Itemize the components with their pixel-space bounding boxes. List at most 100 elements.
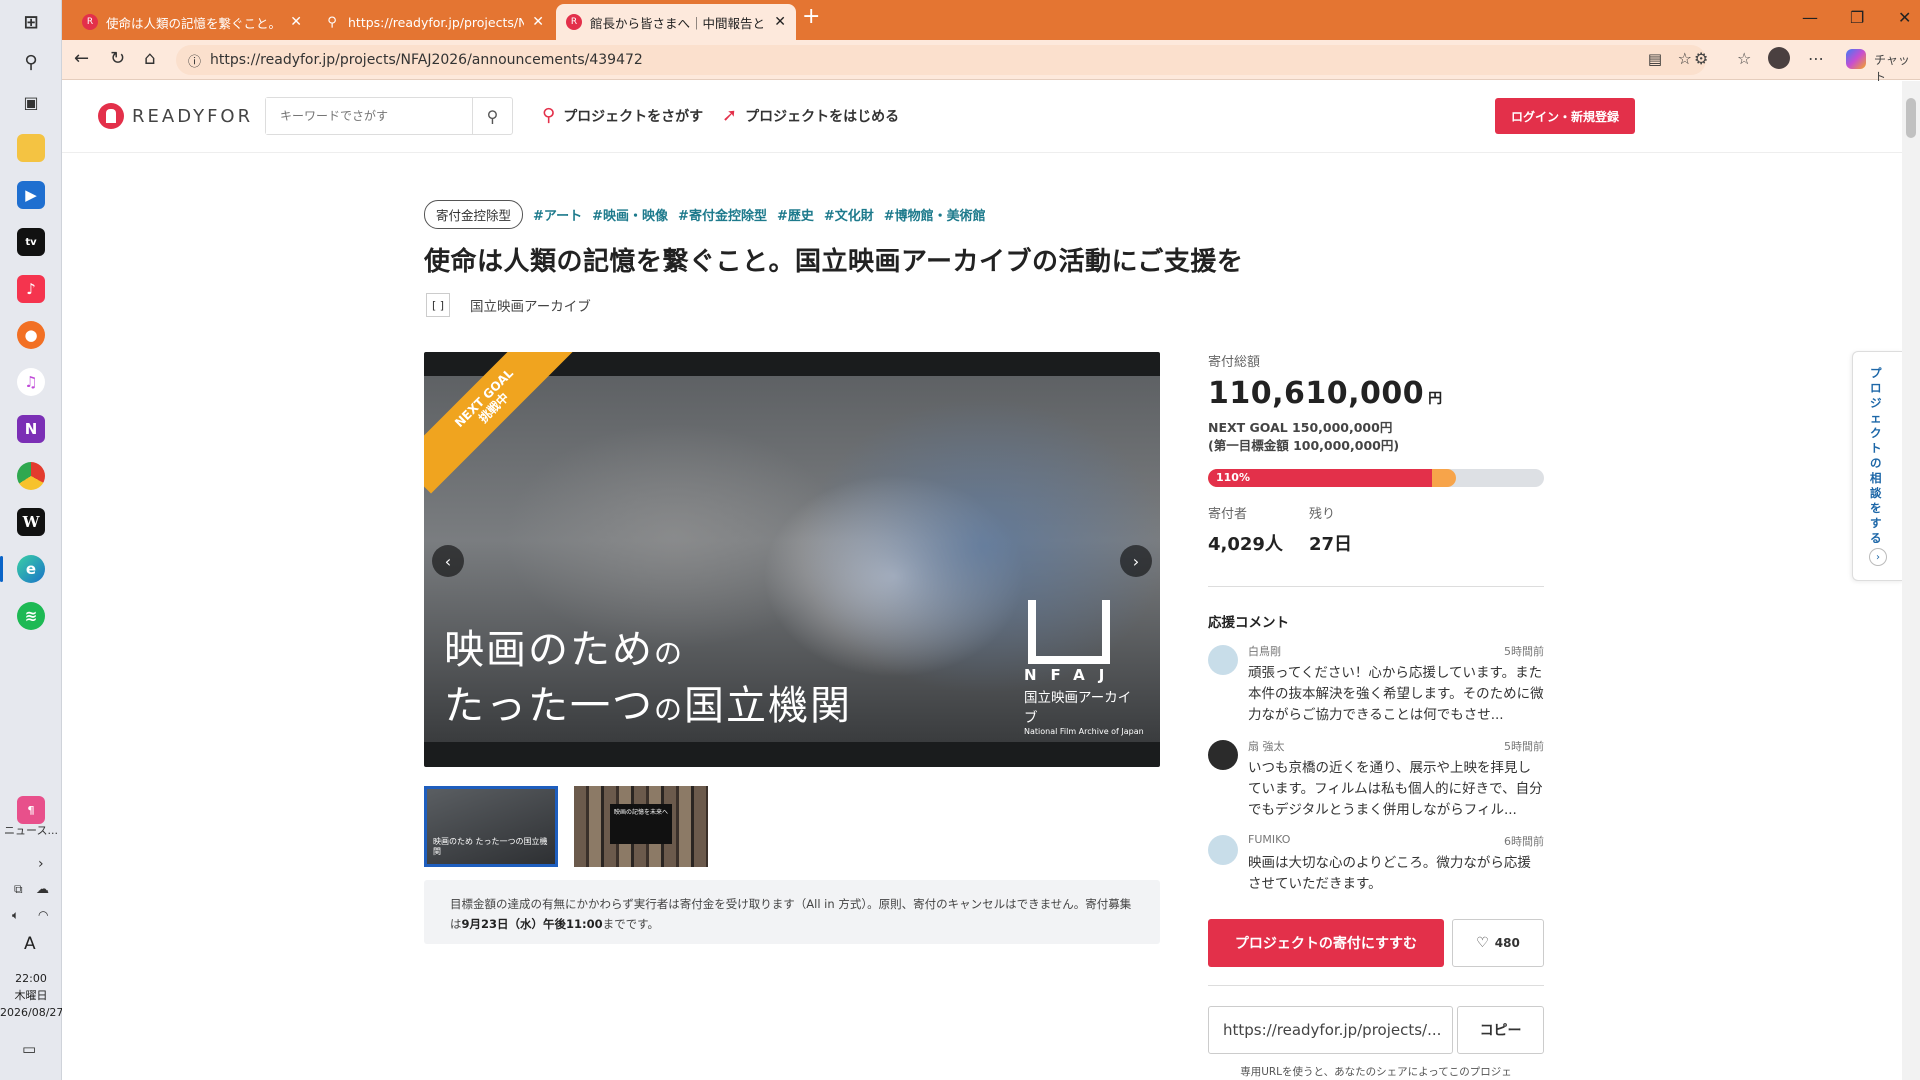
edge-icon[interactable]: e	[17, 555, 45, 583]
login-signup-button[interactable]: ログイン・新規登録	[1495, 98, 1635, 134]
tag-link[interactable]: #博物館・美術館	[884, 205, 986, 224]
hero-caption: 映画のための たった一つの国立機関	[444, 624, 852, 736]
total-amount: 110,610,000 円	[1208, 376, 1544, 411]
tab-close-icon[interactable]: ✕	[532, 14, 544, 30]
copilot-chat-label[interactable]: チャット	[1874, 51, 1920, 85]
project-tags: 寄付金控除型 #アート #映画・映像 #寄付金控除型 #歴史 #文化財 #博物館…	[424, 200, 996, 229]
share-note: 専用URLを使うと、あなたのシェアによってこのプロジェ	[1240, 1066, 1512, 1078]
onenote-icon[interactable]: N	[17, 415, 45, 443]
supporters-value: 4,029人	[1208, 534, 1283, 555]
restore-icon[interactable]: ❐	[1850, 8, 1864, 27]
carousel-next-button[interactable]: ›	[1120, 545, 1152, 577]
search-icon: ⚲	[542, 105, 556, 126]
chrome-icon[interactable]	[17, 462, 45, 490]
refresh-icon[interactable]: ↻	[110, 48, 125, 69]
like-button[interactable]: ♡ 480	[1452, 919, 1544, 967]
spotify-icon[interactable]: ≋	[17, 602, 45, 630]
browser-tab-bar: R 使命は人類の記憶を繋ぐこと。国立映 ✕ ⚲ https://readyfor…	[62, 0, 1920, 40]
copy-button[interactable]: コピー	[1457, 1006, 1544, 1054]
news-widget-icon[interactable]: ¶	[17, 796, 45, 824]
share-url-field[interactable]: https://readyfor.jp/projects/...	[1208, 1006, 1454, 1054]
tray-chevron-icon[interactable]: ›	[38, 856, 44, 872]
wikipedia-icon[interactable]: W	[17, 508, 45, 536]
notification-icon[interactable]: ▭	[22, 1040, 36, 1058]
comment-time: 5時間前	[1504, 740, 1544, 753]
readyfor-logo[interactable]: READYFOR	[98, 103, 253, 129]
windows-start-icon[interactable]: ⊞	[17, 8, 45, 36]
next-goal: NEXT GOAL 150,000,000円	[1208, 420, 1393, 435]
firefox-icon[interactable]: ●	[17, 321, 45, 349]
task-view-icon[interactable]: ▣	[17, 88, 45, 116]
tray-app-icon[interactable]: ⧉	[14, 882, 23, 897]
volume-icon[interactable]: 🔈︎	[12, 908, 19, 923]
comment-time: 5時間前	[1504, 645, 1544, 658]
more-menu-icon[interactable]: ⋯	[1808, 49, 1824, 68]
news-widget-label[interactable]: ニュース...	[4, 822, 58, 838]
media-player-icon[interactable]: ▶	[17, 181, 45, 209]
keyword-search: ⚲	[265, 97, 513, 135]
search-input[interactable]	[266, 98, 471, 134]
home-icon[interactable]: ⌂	[144, 48, 155, 69]
window-close-icon[interactable]: ✕	[1898, 8, 1911, 27]
profile-avatar[interactable]	[1768, 47, 1790, 69]
browser-tab-2[interactable]: ⚲ https://readyfor.jp/projects/NFAJ2 ✕	[314, 4, 554, 40]
comment-author: 扇 強太	[1248, 740, 1285, 753]
carousel-prev-button[interactable]: ‹	[432, 545, 464, 577]
scrollbar-thumb[interactable]	[1906, 98, 1916, 138]
progress-bar: 110%	[1208, 469, 1544, 487]
search-button[interactable]: ⚲	[472, 98, 512, 134]
comment-text: 映画は大切な心のよりどころ。微力ながら応援させていただきます。	[1248, 855, 1531, 892]
total-value: 110,610,000	[1208, 376, 1425, 411]
minimize-icon[interactable]: —	[1802, 8, 1818, 27]
consult-label: プロジェクトの相談をする	[1870, 366, 1882, 545]
funding-sidebar: 寄付総額 110,610,000 円 NEXT GOAL 150,000,000円…	[1208, 351, 1544, 1079]
extensions-icon[interactable]: ⚙	[1694, 49, 1708, 68]
comment-item[interactable]: 白鳥剛 5時間前 頑張ってください！心から応援しています。また本件の抜本解決を強く…	[1208, 643, 1544, 726]
back-icon[interactable]: ←	[74, 48, 89, 69]
carousel-thumbnail-2[interactable]: 映画の記憶を未来へ	[574, 786, 708, 867]
tag-link[interactable]: #歴史	[777, 205, 814, 224]
search-icon[interactable]: ⚲	[17, 48, 45, 76]
tab-close-icon[interactable]: ✕	[290, 14, 302, 30]
consult-side-tab[interactable]: プロジェクトの相談をする ›	[1852, 351, 1902, 581]
nfaj-en-name: National Film Archive of Japan	[1024, 727, 1144, 736]
copilot-icon[interactable]	[1846, 49, 1866, 69]
page-scrollbar[interactable]	[1902, 81, 1920, 1080]
tab-close-icon[interactable]: ✕	[774, 14, 786, 30]
clock-date: 2026/08/27	[0, 1006, 64, 1019]
project-owner[interactable]: [ ] 国立映画アーカイブ	[426, 293, 591, 317]
like-count: 480	[1494, 936, 1520, 950]
tag-link[interactable]: #映画・映像	[592, 205, 668, 224]
onedrive-icon[interactable]: ☁	[36, 882, 49, 897]
tag-link[interactable]: #アート	[533, 205, 582, 224]
browser-tab-3[interactable]: R 館長から皆さまへ｜中間報告とお礼 - ✕	[556, 4, 796, 40]
tab-title: 館長から皆さまへ｜中間報告とお礼 -	[590, 15, 766, 31]
comment-item[interactable]: FUMIKO 6時間前 映画は大切な心のよりどころ。微力ながら応援させていただきま…	[1208, 833, 1544, 895]
favorites-icon[interactable]: ☆	[1737, 49, 1751, 68]
taskbar-clock[interactable]: 22:00 木曜日 2026/08/27	[0, 970, 64, 1021]
reader-mode-icon[interactable]: ▤	[1648, 50, 1662, 68]
new-tab-button[interactable]: +	[802, 4, 820, 29]
site-info-icon[interactable]: ⓘ	[188, 51, 201, 70]
wifi-icon[interactable]: ◠	[38, 908, 48, 922]
favorite-star-icon[interactable]: ☆	[1678, 49, 1692, 68]
tag-link[interactable]: #寄付金控除型	[678, 205, 767, 224]
tag-link[interactable]: #文化財	[824, 205, 874, 224]
browser-tab-1[interactable]: R 使命は人類の記憶を繋ぐこと。国立映 ✕	[72, 4, 312, 40]
nfaj-logo: NFAJ 国立映画アーカイブ National Film Archive of …	[1024, 600, 1144, 736]
carousel-thumbnail-1[interactable]: 映画のため たった一つの国立機関	[424, 786, 558, 867]
hero-image-carousel[interactable]: NEXT GOAL 挑戦中 ‹ › 映画のための たった一つの国立機関 NFAJ…	[424, 352, 1160, 767]
nav-start-project[interactable]: ➚ プロジェクトをはじめる	[722, 105, 899, 126]
support-button[interactable]: プロジェクトの寄付にすすむ	[1208, 919, 1444, 967]
itunes-icon[interactable]: ♫	[17, 368, 45, 396]
project-type-pill[interactable]: 寄付金控除型	[424, 200, 524, 229]
address-bar[interactable]: ⓘ https://readyfor.jp/projects/NFAJ2026/…	[176, 45, 1706, 75]
apple-music-icon[interactable]: ♪	[17, 275, 45, 303]
nfaj-jp-name: 国立映画アーカイブ	[1024, 690, 1132, 726]
nav-find-projects[interactable]: ⚲ プロジェクトをさがす	[542, 105, 703, 126]
comment-item[interactable]: 扇 強太 5時間前 いつも京橋の近くを通り、展示や上映を拝見しています。フィルムは…	[1208, 738, 1544, 821]
file-explorer-icon[interactable]	[17, 134, 45, 162]
apple-tv-icon[interactable]: tv	[17, 228, 45, 256]
thumbnail-caption: 映画の記憶を未来へ	[610, 804, 672, 844]
ime-indicator[interactable]: A	[24, 934, 36, 954]
